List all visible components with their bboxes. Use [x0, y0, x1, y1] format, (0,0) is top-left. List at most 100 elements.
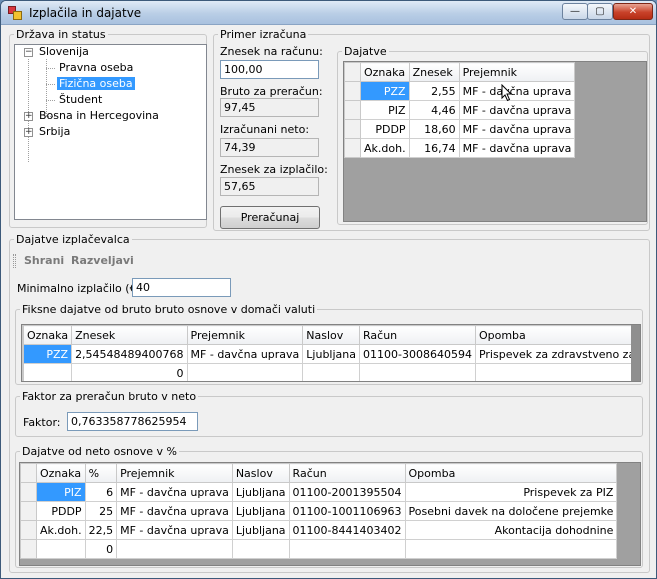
cell-prejemnik[interactable]: MF - davčna uprava [458, 81, 576, 101]
col-header-znesek[interactable]: Znesek [71, 325, 188, 345]
col-header-naslov[interactable]: Naslov [231, 463, 290, 483]
cell-percent[interactable]: 22,5 [84, 520, 118, 540]
row-header[interactable] [20, 482, 37, 502]
col-header-percent[interactable]: % [84, 463, 118, 483]
cell-opomba[interactable]: Akontacija dohodnine [404, 520, 618, 540]
undo-button[interactable]: Razveljavi [71, 254, 134, 267]
cell-prejemnik[interactable] [186, 363, 304, 381]
cell-oznaka[interactable]: PDDP [360, 119, 410, 139]
cell-oznaka[interactable] [22, 363, 73, 381]
cell-oznaka[interactable]: PZZ [360, 81, 410, 101]
table-row[interactable]: PIZ 4,46 MF - davčna uprava [344, 100, 576, 120]
cell-naslov[interactable]: Ljubljana [302, 344, 361, 364]
cell-naslov[interactable]: Ljubljana [231, 520, 290, 540]
row-header[interactable] [344, 100, 361, 120]
col-header-prejemnik[interactable]: Prejemnik [458, 62, 576, 82]
tree-collapse-icon[interactable]: − [24, 48, 33, 57]
table-row[interactable]: PIZ 6 MF - davčna uprava Ljubljana 01100… [20, 482, 618, 502]
cell-prejemnik[interactable]: MF - davčna uprava [116, 482, 233, 502]
cell-prejemnik[interactable] [116, 539, 233, 559]
cell-oznaka[interactable]: Ak.doh. [360, 138, 410, 158]
row-header[interactable] [20, 520, 37, 540]
col-header-oznaka[interactable]: Oznaka [360, 62, 410, 82]
cell-oznaka[interactable]: PIZ [36, 482, 86, 502]
cell-naslov[interactable]: Ljubljana [231, 482, 290, 502]
cell-prejemnik[interactable]: MF - davčna uprava [458, 100, 576, 120]
cell-znesek[interactable]: 2,54548489400768 [71, 344, 188, 364]
cell-opomba[interactable]: Posebni davek na določene prejemke [404, 501, 618, 521]
row-header[interactable] [344, 138, 361, 158]
col-header-oznaka[interactable]: Oznaka [22, 325, 73, 345]
col-header-znesek[interactable]: Znesek [408, 62, 460, 82]
cell-racun[interactable]: 01100-8441403402 [288, 520, 406, 540]
cell-percent[interactable]: 0 [84, 539, 118, 559]
col-header-oznaka[interactable]: Oznaka [36, 463, 86, 483]
cell-naslov[interactable] [231, 539, 290, 559]
col-header-opomba[interactable]: Opomba [404, 463, 618, 483]
close-button[interactable]: ✕ [613, 3, 653, 20]
table-row[interactable]: PDDP 25 MF - davčna uprava Ljubljana 011… [20, 501, 618, 521]
cell-oznaka[interactable]: PZZ [22, 344, 73, 364]
cell-racun[interactable]: 01100-3008640594 [359, 344, 476, 364]
row-header[interactable] [20, 501, 37, 521]
factor-input[interactable]: 0,763358778625954 [67, 412, 198, 431]
cell-znesek[interactable]: 2,55 [408, 81, 460, 101]
table-row[interactable]: PZZ 2,54548489400768 MF - davčna uprava … [22, 344, 640, 364]
cell-racun[interactable] [359, 363, 476, 381]
tree-node-bosna[interactable]: Bosna in Hercegovina [37, 108, 161, 124]
cell-znesek[interactable]: 0 [71, 363, 188, 381]
vertical-scrollbar[interactable] [631, 325, 640, 381]
cell-znesek[interactable]: 16,74 [408, 138, 460, 158]
tree-node-slovenija[interactable]: Slovenija [37, 44, 91, 60]
table-row[interactable]: Ak.doh. 16,74 MF - davčna uprava [344, 138, 576, 158]
cell-opomba[interactable] [404, 539, 618, 559]
tree-node-srbija[interactable]: Srbija [37, 124, 72, 140]
table-row[interactable]: 0 [20, 539, 618, 559]
tree-node-student[interactable]: Študent [57, 92, 104, 108]
col-header-naslov[interactable]: Naslov [302, 325, 361, 345]
fixed-taxes-grid[interactable]: Oznaka Znesek Prejemnik Naslov Račun Opo… [21, 324, 641, 382]
cell-prejemnik[interactable]: MF - davčna uprava [186, 344, 304, 364]
tree-expand-icon[interactable]: + [24, 112, 33, 121]
cell-naslov[interactable]: Ljubljana [231, 501, 290, 521]
save-button[interactable]: Shrani [24, 254, 64, 267]
col-header-prejemnik[interactable]: Prejemnik [116, 463, 233, 483]
maximize-button[interactable]: ▢ [587, 3, 613, 20]
cell-oznaka[interactable] [36, 539, 86, 559]
cell-percent[interactable]: 6 [84, 482, 118, 502]
cell-prejemnik[interactable]: MF - davčna uprava [458, 138, 576, 158]
col-header-racun[interactable]: Račun [359, 325, 476, 345]
cell-racun[interactable]: 01100-1001106963 [288, 501, 406, 521]
col-header-opomba[interactable]: Opomba [474, 325, 640, 345]
cell-opomba[interactable]: Prispevek za zdravstveno zavarovanje [474, 344, 640, 364]
tree-node-pravna-oseba[interactable]: Pravna oseba [57, 60, 135, 76]
tree-expand-icon[interactable]: + [24, 128, 33, 137]
tree-node-fizicna-oseba[interactable]: Fizična oseba [57, 76, 135, 92]
table-row[interactable]: PDDP 18,60 MF - davčna uprava [344, 119, 576, 139]
invoice-amount-input[interactable]: 100,00 [220, 60, 319, 79]
table-row[interactable]: PZZ 2,55 MF - davčna uprava [344, 81, 576, 101]
taxes-grid[interactable]: Oznaka Znesek Prejemnik PZZ 2,55 MF - da… [343, 61, 647, 222]
cell-oznaka[interactable]: PDDP [36, 501, 86, 521]
cell-naslov[interactable] [302, 363, 361, 381]
col-header-racun[interactable]: Račun [288, 463, 406, 483]
cell-prejemnik[interactable]: MF - davčna uprava [458, 119, 576, 139]
cell-prejemnik[interactable]: MF - davčna uprava [116, 501, 233, 521]
percent-taxes-grid[interactable]: Oznaka % Prejemnik Naslov Račun Opomba P… [19, 462, 641, 566]
cell-percent[interactable]: 25 [84, 501, 118, 521]
calculate-button[interactable]: Preračunaj [220, 206, 320, 229]
table-row[interactable]: Ak.doh. 22,5 MF - davčna uprava Ljubljan… [20, 520, 618, 540]
min-payout-input[interactable]: 40 [132, 278, 231, 297]
minimize-button[interactable]: — [562, 3, 588, 20]
cell-oznaka[interactable]: PIZ [360, 100, 410, 120]
cell-racun[interactable]: 01100-2001395504 [288, 482, 406, 502]
cell-prejemnik[interactable]: MF - davčna uprava [116, 520, 233, 540]
col-header-prejemnik[interactable]: Prejemnik [186, 325, 304, 345]
cell-znesek[interactable]: 4,46 [408, 100, 460, 120]
cell-opomba[interactable]: Prispevek za PIZ [404, 482, 618, 502]
row-header[interactable] [344, 81, 361, 101]
country-tree[interactable]: − Slovenija Pravna oseba Fizična oseba Š… [14, 44, 207, 220]
row-header[interactable] [20, 539, 37, 559]
cell-znesek[interactable]: 18,60 [408, 119, 460, 139]
table-row[interactable]: 0 [22, 363, 640, 381]
